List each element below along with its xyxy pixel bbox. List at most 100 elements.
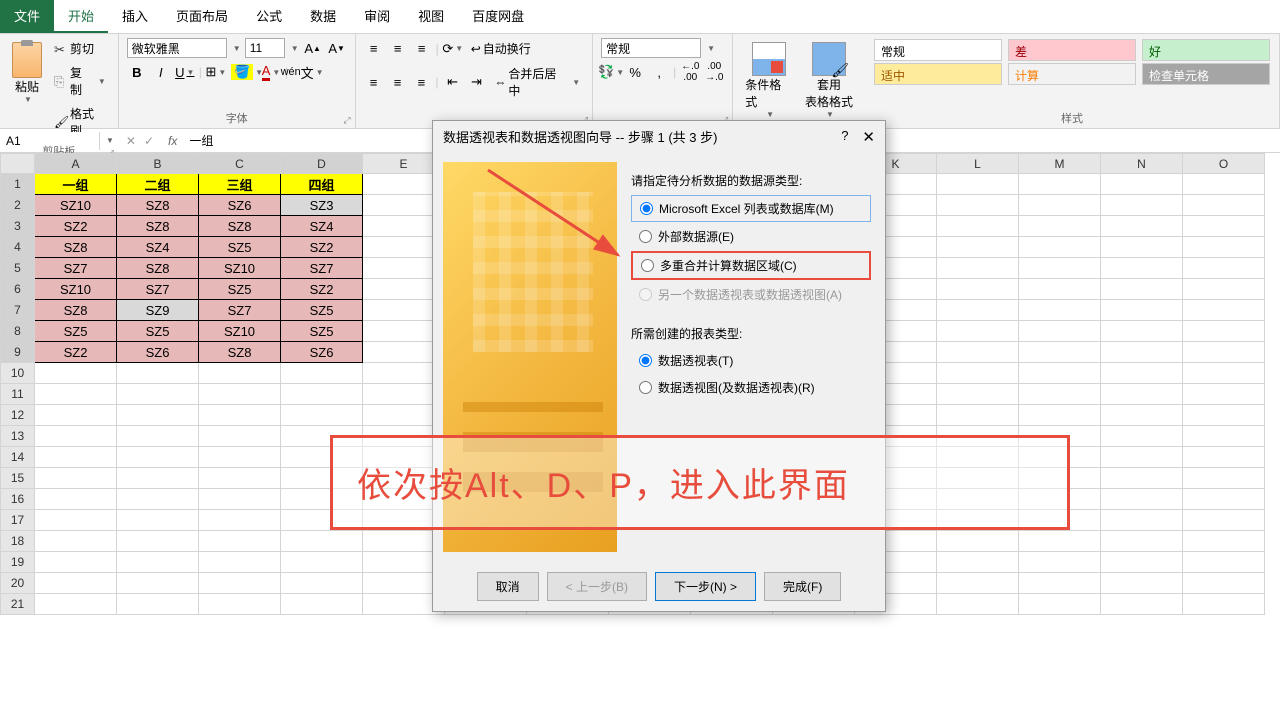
cell[interactable] xyxy=(35,594,117,615)
cell[interactable] xyxy=(1101,552,1183,573)
cell[interactable] xyxy=(1101,468,1183,489)
radio-multiple-consolidation[interactable]: 多重合并计算数据区域(C) xyxy=(631,251,871,280)
bold-button[interactable]: B xyxy=(127,62,147,82)
increase-font-button[interactable]: A▲ xyxy=(303,38,323,58)
cell[interactable]: SZ8 xyxy=(117,195,199,216)
row-header[interactable]: 9 xyxy=(1,342,35,363)
align-bottom-button[interactable]: ≡ xyxy=(412,39,432,59)
row-header[interactable]: 5 xyxy=(1,258,35,279)
cell[interactable] xyxy=(199,489,281,510)
cell[interactable]: 二组 xyxy=(117,174,199,195)
cell[interactable] xyxy=(35,573,117,594)
cell[interactable] xyxy=(35,405,117,426)
cell[interactable] xyxy=(199,384,281,405)
cell[interactable] xyxy=(1183,237,1265,258)
cell[interactable] xyxy=(1183,384,1265,405)
cell[interactable] xyxy=(937,321,1019,342)
cell[interactable] xyxy=(35,447,117,468)
cell[interactable] xyxy=(281,552,363,573)
cell[interactable] xyxy=(937,384,1019,405)
row-header[interactable]: 14 xyxy=(1,447,35,468)
cell[interactable]: SZ7 xyxy=(35,258,117,279)
cell[interactable] xyxy=(199,531,281,552)
cell[interactable] xyxy=(1019,321,1101,342)
cell[interactable]: SZ7 xyxy=(199,300,281,321)
dialog-help-button[interactable]: ? xyxy=(841,128,848,146)
cell[interactable] xyxy=(117,447,199,468)
cell[interactable] xyxy=(199,447,281,468)
tab-data[interactable]: 数据 xyxy=(296,0,350,33)
cell[interactable] xyxy=(1101,258,1183,279)
cell[interactable]: SZ2 xyxy=(281,237,363,258)
align-left-button[interactable]: ≡ xyxy=(364,72,384,92)
cell[interactable]: SZ5 xyxy=(281,300,363,321)
cell[interactable] xyxy=(1101,405,1183,426)
comma-button[interactable]: , xyxy=(649,62,669,82)
cell[interactable] xyxy=(35,363,117,384)
align-middle-button[interactable]: ≡ xyxy=(388,39,408,59)
cell[interactable] xyxy=(937,573,1019,594)
cell[interactable]: 四组 xyxy=(281,174,363,195)
cell[interactable]: SZ8 xyxy=(117,258,199,279)
cell[interactable]: 三组 xyxy=(199,174,281,195)
orientation-button[interactable]: ⟳▼ xyxy=(443,39,463,59)
row-header[interactable]: 7 xyxy=(1,300,35,321)
accounting-button[interactable]: 💱▼ xyxy=(601,62,621,82)
conditional-format-button[interactable]: 条件格式▼ xyxy=(741,38,797,123)
row-header[interactable]: 16 xyxy=(1,489,35,510)
cell[interactable]: SZ9 xyxy=(117,300,199,321)
cell[interactable] xyxy=(117,384,199,405)
next-button[interactable]: 下一步(N) > xyxy=(655,572,756,601)
font-color-button[interactable]: A▼ xyxy=(261,62,281,82)
cell[interactable] xyxy=(35,510,117,531)
increase-decimal-button[interactable]: ←.0.00 xyxy=(680,62,700,82)
cell[interactable] xyxy=(199,510,281,531)
cell[interactable] xyxy=(937,195,1019,216)
dialog-launcher-icon[interactable]: ⤢ xyxy=(343,115,350,126)
cell[interactable] xyxy=(1183,279,1265,300)
cell[interactable] xyxy=(1183,510,1265,531)
cell[interactable]: SZ5 xyxy=(199,279,281,300)
cell[interactable] xyxy=(937,363,1019,384)
cell[interactable] xyxy=(1019,552,1101,573)
cell[interactable]: SZ3 xyxy=(281,195,363,216)
cell[interactable] xyxy=(281,363,363,384)
increase-indent-button[interactable]: ⇥ xyxy=(466,72,486,92)
decrease-indent-button[interactable]: ⇤ xyxy=(443,72,463,92)
cell[interactable]: SZ2 xyxy=(281,279,363,300)
cell[interactable] xyxy=(1101,195,1183,216)
cell[interactable] xyxy=(117,594,199,615)
cell[interactable] xyxy=(117,531,199,552)
accept-formula-icon[interactable]: ✓ xyxy=(144,134,154,148)
cell[interactable]: SZ10 xyxy=(199,258,281,279)
cell[interactable]: SZ8 xyxy=(35,300,117,321)
radio-external-source[interactable]: 外部数据源(E) xyxy=(631,224,871,249)
cell[interactable] xyxy=(1019,405,1101,426)
cell[interactable]: SZ7 xyxy=(281,258,363,279)
cell[interactable] xyxy=(937,216,1019,237)
cell[interactable] xyxy=(1019,237,1101,258)
cell[interactable] xyxy=(1183,405,1265,426)
cell[interactable]: SZ6 xyxy=(117,342,199,363)
paste-button[interactable]: 粘贴 ▼ xyxy=(8,38,46,108)
column-header[interactable]: C xyxy=(199,154,281,174)
cell[interactable] xyxy=(1183,531,1265,552)
tab-review[interactable]: 审阅 xyxy=(350,0,404,33)
cell[interactable] xyxy=(1101,573,1183,594)
align-top-button[interactable]: ≡ xyxy=(364,39,384,59)
cell[interactable] xyxy=(281,594,363,615)
cell[interactable] xyxy=(199,468,281,489)
table-format-button[interactable]: 套用 表格格式▼ xyxy=(801,38,857,123)
column-header[interactable]: B xyxy=(117,154,199,174)
cell[interactable] xyxy=(117,405,199,426)
row-header[interactable]: 11 xyxy=(1,384,35,405)
style-bad[interactable]: 差 xyxy=(1008,39,1136,61)
row-header[interactable]: 13 xyxy=(1,426,35,447)
cell[interactable] xyxy=(1019,363,1101,384)
phonetic-button[interactable]: wén文▼ xyxy=(292,62,312,82)
radio-pivot-table[interactable]: 数据透视表(T) xyxy=(631,348,871,373)
cell[interactable] xyxy=(1101,342,1183,363)
cell[interactable] xyxy=(1183,426,1265,447)
cell[interactable] xyxy=(117,363,199,384)
cell[interactable] xyxy=(281,573,363,594)
